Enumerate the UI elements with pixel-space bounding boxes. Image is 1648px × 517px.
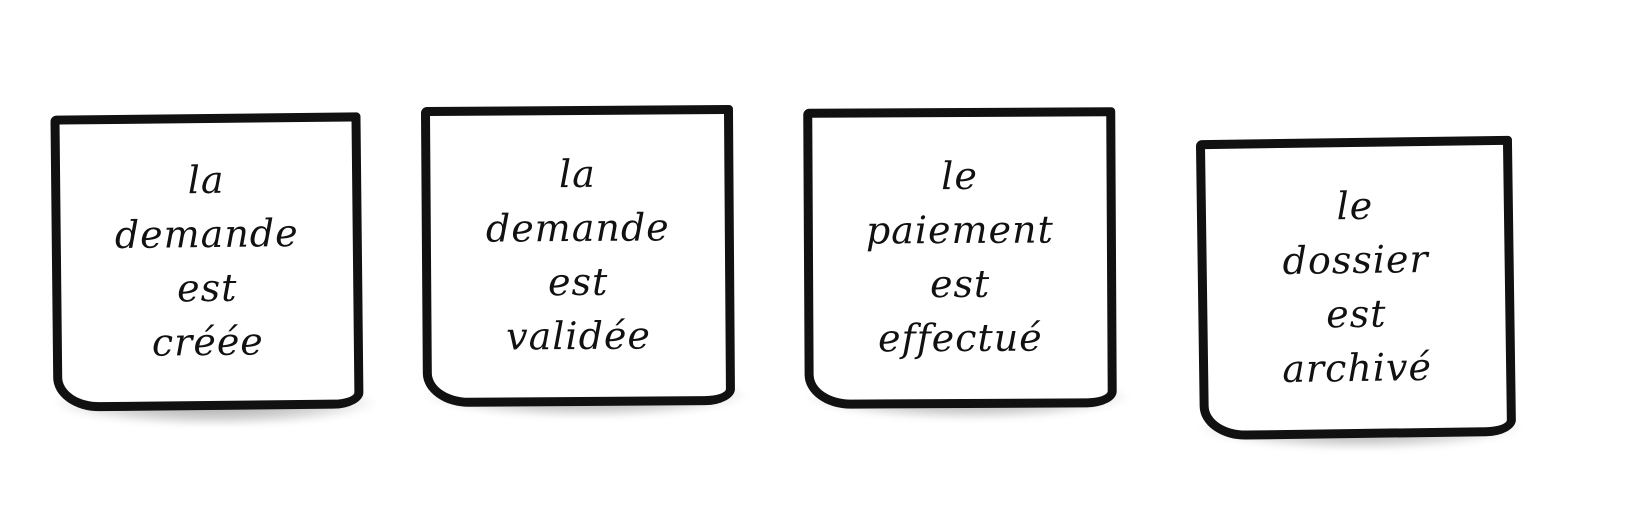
sticky-note-payment-made: le paiement est effectué [803,107,1117,409]
sticky-note-file-archived: le dossier est archivé [1195,135,1517,441]
sticky-note-board: la demande est créée la demande est vali… [0,0,1648,517]
sticky-note-request-validated: la demande est validée [420,104,736,408]
note-text: le dossier est archivé [1281,183,1433,391]
note-text: la demande est validée [485,151,670,359]
sticky-note-request-created: la demande est créée [50,112,364,412]
note-text: la demande est créée [114,157,299,365]
note-text: le paiement est effectué [865,153,1054,361]
